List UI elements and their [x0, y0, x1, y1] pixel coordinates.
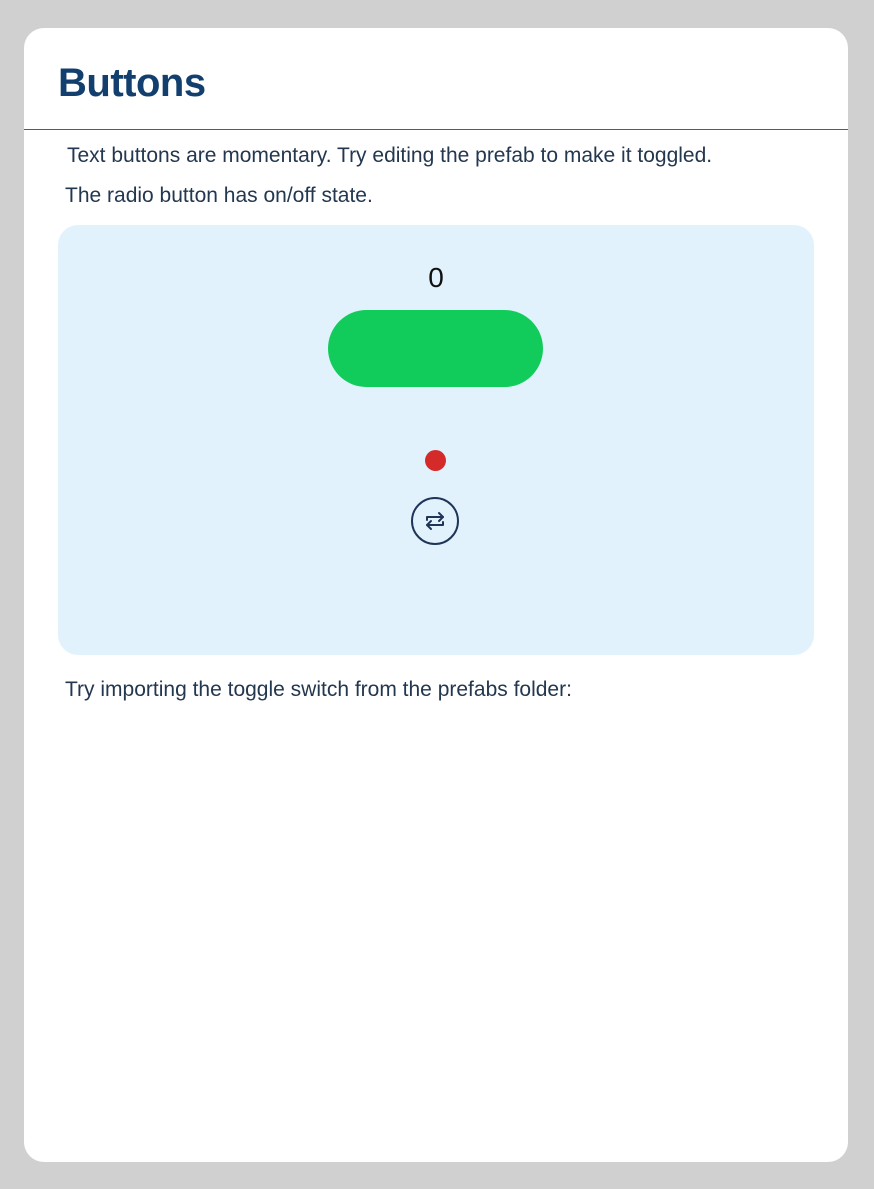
- demo-panel: 0: [58, 225, 814, 655]
- toggle-icon-button[interactable]: [411, 497, 459, 545]
- card-title: Buttons: [58, 61, 206, 105]
- text-button[interactable]: [328, 310, 543, 387]
- radio-description-text: The radio button has on/off state.: [65, 184, 373, 207]
- radio-button[interactable]: [425, 450, 446, 471]
- intro-text: Text buttons are momentary. Try editing …: [67, 144, 713, 167]
- footer-text: Try importing the toggle switch from the…: [65, 678, 572, 701]
- press-counter: 0: [428, 262, 444, 293]
- title-divider: [24, 129, 848, 130]
- buttons-card: Buttons Text buttons are momentary. Try …: [24, 28, 848, 1162]
- repeat-arrows-icon: [426, 512, 444, 530]
